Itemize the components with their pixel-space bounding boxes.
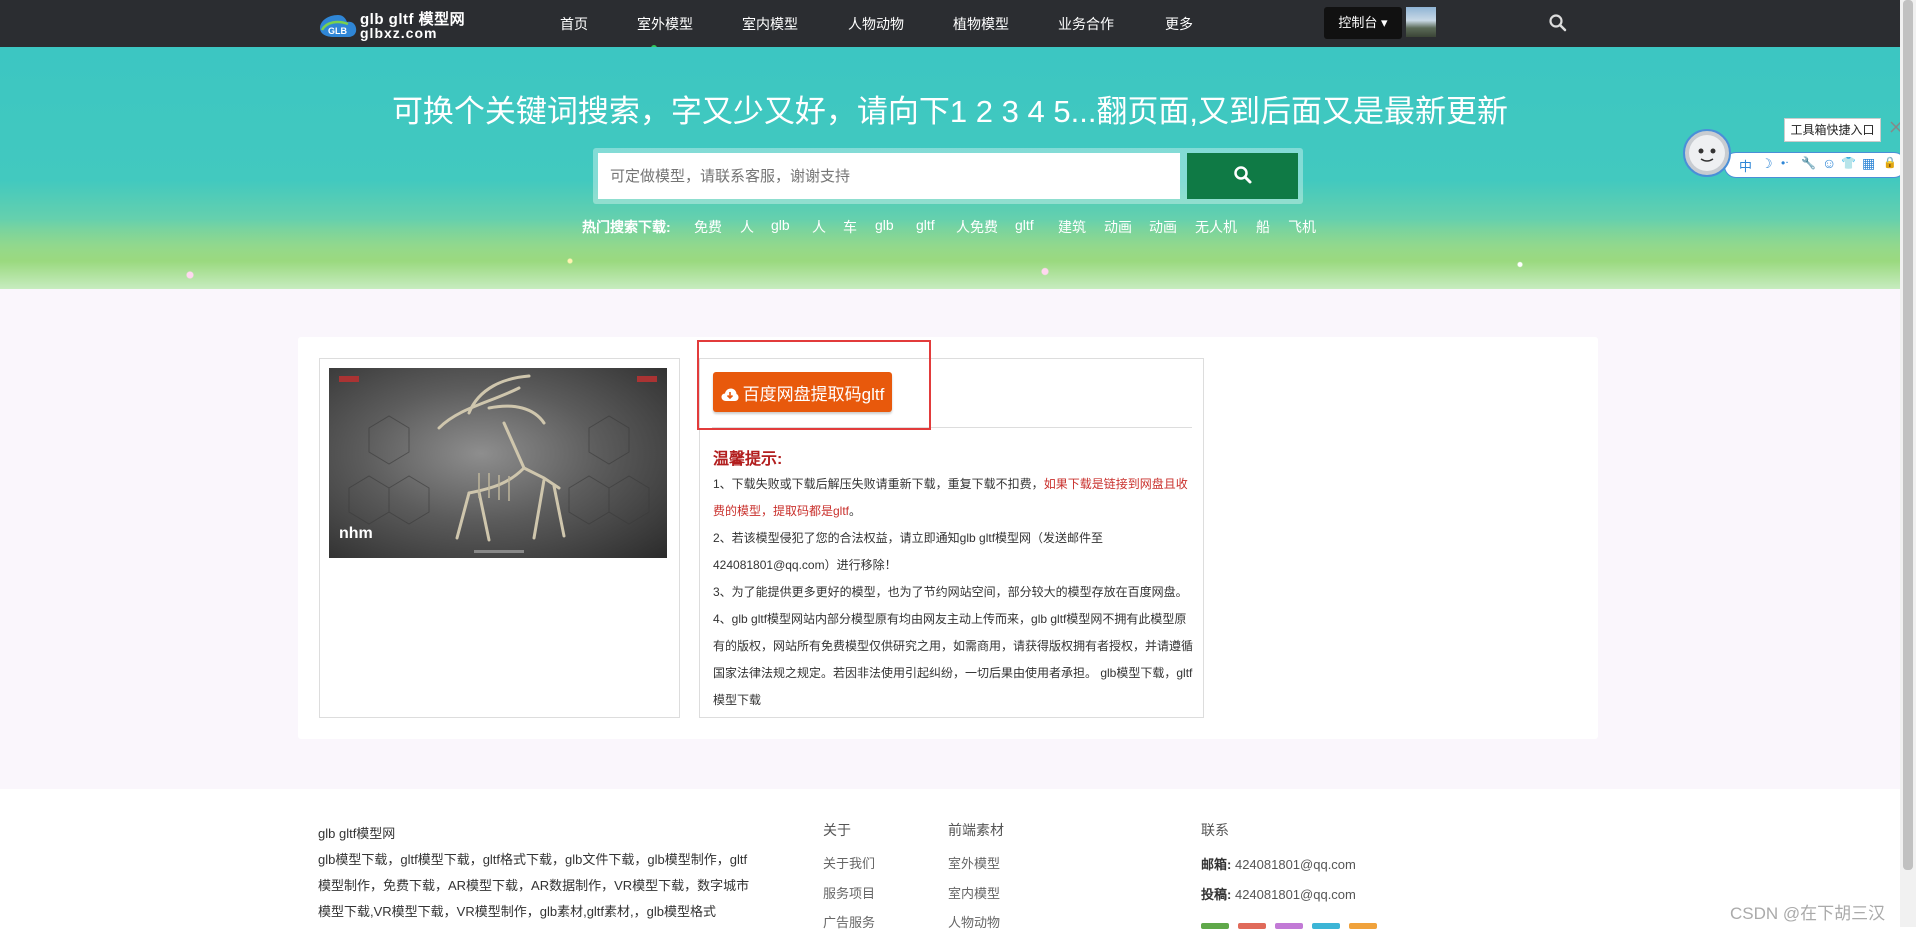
toolbox-bar: 中 ☽ •ᐧ 🔧 ☺ 👕 ▦ 🔒 <box>1724 152 1906 178</box>
social-button[interactable] <box>1349 923 1377 929</box>
tips-title: 温馨提示: <box>713 451 783 468</box>
hot-tag[interactable]: 人 <box>740 217 754 237</box>
tips-list: 1、下载失败或下载后解压失败请重新下载，重复下载不扣费，如果下载是链接到网盘且收… <box>713 471 1193 714</box>
search-box <box>593 148 1303 204</box>
hot-tag[interactable]: glb <box>771 217 790 233</box>
model-preview-panel: nhm <box>319 358 680 718</box>
search-input[interactable] <box>598 153 1180 199</box>
nav-home[interactable]: 首页 <box>560 14 588 34</box>
tip-text: 。 <box>849 504 862 518</box>
search-button[interactable] <box>1187 153 1298 199</box>
download-button-label: 百度网盘提取码gltf <box>742 384 885 404</box>
footer-email: 邮箱: 424081801@qq.com <box>1201 854 1356 873</box>
hero-title: 可换个关键词搜索，字又少又好，请向下1 2 3 4 5...翻页面,又到后面又是… <box>391 94 1509 129</box>
hot-tag[interactable]: 人免费 <box>956 217 998 237</box>
footer-submit: 投稿: 424081801@qq.com <box>1201 884 1356 903</box>
footer-about-title: 关于 <box>823 822 851 838</box>
thumbnail-watermark: nhm <box>339 525 373 542</box>
grid-icon[interactable]: ▦ <box>1862 155 1875 172</box>
footer-site-name: glb gltf模型网 <box>318 826 396 841</box>
footer-link-services[interactable]: 服务项目 <box>823 883 875 902</box>
social-button[interactable] <box>1312 923 1340 929</box>
footer-link-ads[interactable]: 广告服务 <box>823 912 875 931</box>
footer-contact-title: 联系 <box>1201 822 1229 838</box>
footer-link-indoor[interactable]: 室内模型 <box>948 883 1000 902</box>
site-logo[interactable]: GLB glb gltf 模型网 glbxz.com <box>318 6 468 42</box>
divider <box>712 427 1192 428</box>
search-icon[interactable] <box>1548 13 1568 33</box>
social-button[interactable] <box>1238 923 1266 929</box>
top-navbar: GLB glb gltf 模型网 glbxz.com 首页 室外模型 室内模型 … <box>0 0 1900 51</box>
punctuation-icon[interactable]: •ᐧ <box>1781 156 1788 170</box>
hot-tag[interactable]: glb <box>875 217 894 233</box>
hot-tag[interactable]: 无人机 <box>1195 217 1237 237</box>
social-button[interactable] <box>1275 923 1303 929</box>
scrollbar-thumb[interactable] <box>1903 0 1913 870</box>
social-button[interactable] <box>1201 923 1229 929</box>
footer-link-about-us[interactable]: 关于我们 <box>823 853 875 872</box>
tip-item-2: 2、若该模型侵犯了您的合法权益，请立即通知glb gltf模型网（发送邮件至42… <box>713 531 1104 572</box>
nav-plant-models[interactable]: 植物模型 <box>953 14 1009 34</box>
tip-item-4: 4、glb gltf模型网站内部分模型原有均由网友主动上传而来，glb gltf… <box>713 612 1194 707</box>
console-dropdown[interactable]: 控制台 ▾ <box>1324 7 1402 39</box>
search-icon <box>1233 165 1251 183</box>
logo-domain: glbxz.com <box>360 25 438 41</box>
csdn-watermark: CSDN @在下胡三汉 <box>1730 904 1886 923</box>
tip-item-1: 1、下载失败或下载后解压失败请重新下载，重复下载不扣费，如果下载是链接到网盘且收… <box>713 471 1193 525</box>
footer-link-people[interactable]: 人物动物 <box>948 912 1000 931</box>
tip-text: 1、下载失败或下载后解压失败请重新下载，重复下载不扣费， <box>713 477 1044 491</box>
moon-icon[interactable]: ☽ <box>1761 156 1773 172</box>
mascot-icon <box>1689 135 1725 171</box>
hot-tag[interactable]: gltf <box>1015 217 1034 233</box>
download-info-panel: 百度网盘提取码gltf 温馨提示: 1、下载失败或下载后解压失败请重新下载，重复… <box>699 358 1204 718</box>
footer-description: glb模型下载，gltf模型下载，gltf格式下载，glb文件下载，glb模型制… <box>318 852 750 919</box>
nav-more[interactable]: 更多 <box>1165 14 1193 34</box>
hot-tag[interactable]: 建筑 <box>1058 217 1086 237</box>
user-avatar[interactable] <box>1406 7 1436 37</box>
submit-email-value[interactable]: 424081801@qq.com <box>1235 887 1356 902</box>
hot-tag[interactable]: 动画 <box>1104 217 1132 237</box>
model-thumbnail[interactable]: nhm <box>329 368 667 558</box>
cloud-download-icon <box>721 388 739 401</box>
hot-tag[interactable]: 飞机 <box>1288 217 1316 237</box>
skeleton-illustration: nhm <box>339 374 657 553</box>
hot-tag[interactable]: gltf <box>916 217 935 233</box>
footer-link-outdoor[interactable]: 室外模型 <box>948 853 1000 872</box>
nav-outdoor-models[interactable]: 室外模型 <box>637 14 693 34</box>
baidu-download-button[interactable]: 百度网盘提取码gltf <box>713 372 892 412</box>
emoji-icon[interactable]: ☺ <box>1822 155 1836 171</box>
email-label: 邮箱: <box>1201 857 1232 872</box>
nav-people-animals[interactable]: 人物动物 <box>848 14 904 34</box>
hero-grass-decoration <box>0 219 1900 289</box>
hot-tag[interactable]: 人 <box>812 217 826 237</box>
email-value[interactable]: 424081801@qq.com <box>1235 857 1356 872</box>
ime-chinese-icon[interactable]: 中 <box>1739 156 1752 175</box>
lock-icon[interactable]: 🔒 <box>1883 156 1897 169</box>
hot-tag[interactable]: 船 <box>1256 217 1270 237</box>
submit-label: 投稿: <box>1201 887 1232 902</box>
footer-assets-title: 前端素材 <box>948 822 1004 838</box>
hot-tag[interactable]: 免费 <box>694 217 722 237</box>
nav-indoor-models[interactable]: 室内模型 <box>742 14 798 34</box>
wrench-icon[interactable]: 🔧 <box>1801 156 1816 170</box>
tip-item-3: 3、为了能提供更多更好的模型，也为了节约网站空间，部分较大的模型存放在百度网盘。 <box>713 585 1188 599</box>
hot-search-label: 热门搜索下载: <box>582 219 671 235</box>
toolbox-mascot-avatar[interactable] <box>1683 129 1731 177</box>
toolbox-tooltip: 工具箱快捷入口 <box>1784 118 1881 142</box>
hot-tag[interactable]: 动画 <box>1149 217 1177 237</box>
hot-tag[interactable]: 车 <box>843 217 857 237</box>
nav-business[interactable]: 业务合作 <box>1058 14 1114 34</box>
skin-icon[interactable]: 👕 <box>1841 156 1856 170</box>
logo-badge-text: GLB <box>328 26 347 36</box>
logo-badge-icon: GLB <box>320 15 357 37</box>
